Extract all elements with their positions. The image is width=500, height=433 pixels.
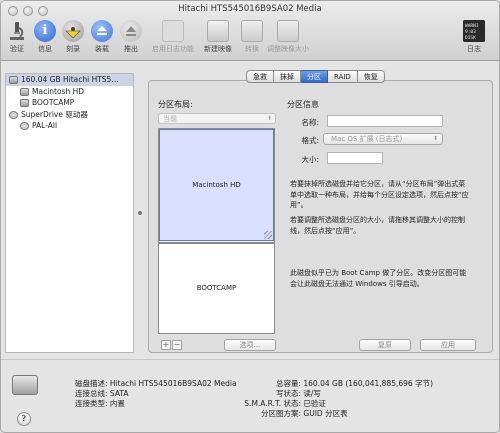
- splitter-handle-icon: [138, 211, 142, 215]
- resize-image-icon: [277, 20, 299, 42]
- tab-first-aid[interactable]: 急救: [246, 70, 274, 83]
- bootcamp-warning: 此磁盘似乎已为 Boot Camp 做了分区。改变分区图可能 会让此磁盘无法通过…: [290, 269, 467, 288]
- resize-description: 若要调整所选磁盘分区的大小，请拖移其调整大小的控制 线，然后点按“应用”。: [290, 216, 465, 235]
- journaling-icon: [162, 20, 184, 42]
- partition-layout-title: 分区布局:: [158, 100, 193, 109]
- disk-details-bar: 磁盘描述: Hitachi HTS545016B9SA02 Media 连接总线…: [1, 359, 499, 432]
- remove-partition-button[interactable]: −: [172, 340, 182, 350]
- title-toolbar-area: Hitachi HTS545016B9SA02 Media 验证 i 信息 刻录: [1, 1, 499, 61]
- log-button[interactable]: WARNI 9:03 DISK 日志: [455, 18, 493, 54]
- name-label: 名称:: [301, 118, 319, 127]
- erase-partition-description: 若要抹掉所选磁盘并给它分区，请从“分区布局”弹出式菜 单中选取一种布局，并给每个…: [290, 180, 469, 209]
- info-icon: i: [34, 20, 56, 42]
- volume-icon: [20, 87, 29, 96]
- revert-button[interactable]: 复原: [359, 339, 411, 351]
- svg-text:WARNI: WARNI: [465, 23, 479, 29]
- partition-bootcamp[interactable]: BOOTCAMP: [159, 242, 274, 333]
- capacity-row: 总容量: 160.04 GB (160,041,885,696 字节): [275, 379, 434, 388]
- svg-text:DISK: DISK: [465, 35, 476, 41]
- disc-icon: [20, 122, 29, 130]
- add-partition-button[interactable]: +: [161, 340, 171, 350]
- up-down-arrow-icon: ⬍: [266, 115, 272, 122]
- help-button[interactable]: ?: [17, 412, 31, 426]
- partition-scheme-row: 分区图方案: GUID 分区表: [260, 409, 348, 418]
- volume-icon: [20, 99, 29, 107]
- tab-raid[interactable]: RAID: [328, 70, 358, 83]
- partition-layout-select[interactable]: 当前 ⬍: [158, 113, 276, 124]
- connection-bus-row: 连接总线: SATA: [75, 389, 129, 398]
- sidebar-item-superdrive[interactable]: SuperDrive 驱动器: [6, 109, 133, 121]
- apply-button[interactable]: 应用: [420, 339, 476, 351]
- tab-restore[interactable]: 恢复: [357, 70, 385, 83]
- hard-disk-icon: [9, 76, 18, 84]
- connection-type-row: 连接类型: 内置: [75, 399, 125, 408]
- optical-drive-icon: [9, 110, 18, 119]
- disk-description-row: 磁盘描述: Hitachi HTS545016B9SA02 Media: [75, 379, 237, 388]
- sidebar-item-bootcamp[interactable]: BOOTCAMP: [6, 97, 133, 109]
- sidebar-splitter[interactable]: [135, 73, 147, 353]
- mount-icon: [91, 20, 113, 42]
- toolbar: 验证 i 信息 刻录 装载 推出 启用日志功能 新建映像 转换 调整映像大小 W…: [1, 18, 499, 58]
- disk-utility-window: Hitachi HTS545016B9SA02 Media 验证 i 信息 刻录: [0, 0, 500, 433]
- log-icon: WARNI 9:03 DISK: [463, 20, 485, 42]
- write-status-row: 写状态: 读/写: [275, 389, 321, 398]
- resize-image-button[interactable]: 调整映像大小: [264, 18, 312, 54]
- function-tabs: 急救 抹掉 分区 RAID 恢复: [246, 70, 385, 83]
- eject-icon: [120, 20, 142, 42]
- enable-journaling-button[interactable]: 启用日志功能: [149, 18, 197, 54]
- hard-disk-icon: [12, 375, 38, 395]
- size-field[interactable]: [327, 152, 383, 164]
- format-label: 格式:: [301, 136, 319, 145]
- size-label: 大小:: [301, 155, 319, 164]
- up-down-arrow-icon: ⬍: [432, 135, 438, 142]
- name-field[interactable]: [327, 115, 443, 127]
- options-button[interactable]: 选项...: [224, 339, 276, 351]
- sidebar-item-hitachi-disk[interactable]: 160.04 GB Hitachi HTS5…: [6, 74, 133, 86]
- new-image-icon: [207, 20, 229, 42]
- tab-partition[interactable]: 分区: [301, 70, 328, 83]
- window-title: Hitachi HTS545016B9SA02 Media: [178, 4, 322, 14]
- sidebar-item-pal-all[interactable]: PAL-All: [6, 120, 133, 132]
- device-sidebar: 160.04 GB Hitachi HTS5… Macintosh HD BOO…: [5, 73, 134, 353]
- burn-icon: [62, 20, 84, 42]
- partition-map: Macintosh HD BOOTCAMP: [158, 128, 275, 334]
- sidebar-item-macintosh-hd[interactable]: Macintosh HD: [6, 86, 133, 98]
- eject-button[interactable]: 推出: [112, 18, 150, 54]
- format-popup[interactable]: Mac OS 扩展 (日志式) ⬍: [323, 133, 443, 145]
- microscope-icon: [6, 20, 28, 42]
- tab-erase[interactable]: 抹掉: [274, 70, 301, 83]
- new-image-button[interactable]: 新建映像: [198, 18, 238, 54]
- partition-info-title: 分区信息: [287, 100, 319, 109]
- partition-macintosh-hd[interactable]: Macintosh HD: [159, 129, 274, 241]
- svg-text:9:03: 9:03: [465, 29, 476, 35]
- smart-status-row: S.M.A.R.T. 状态: 已验证: [244, 399, 326, 408]
- resize-grip-icon[interactable]: [264, 231, 272, 239]
- convert-icon: [241, 20, 263, 42]
